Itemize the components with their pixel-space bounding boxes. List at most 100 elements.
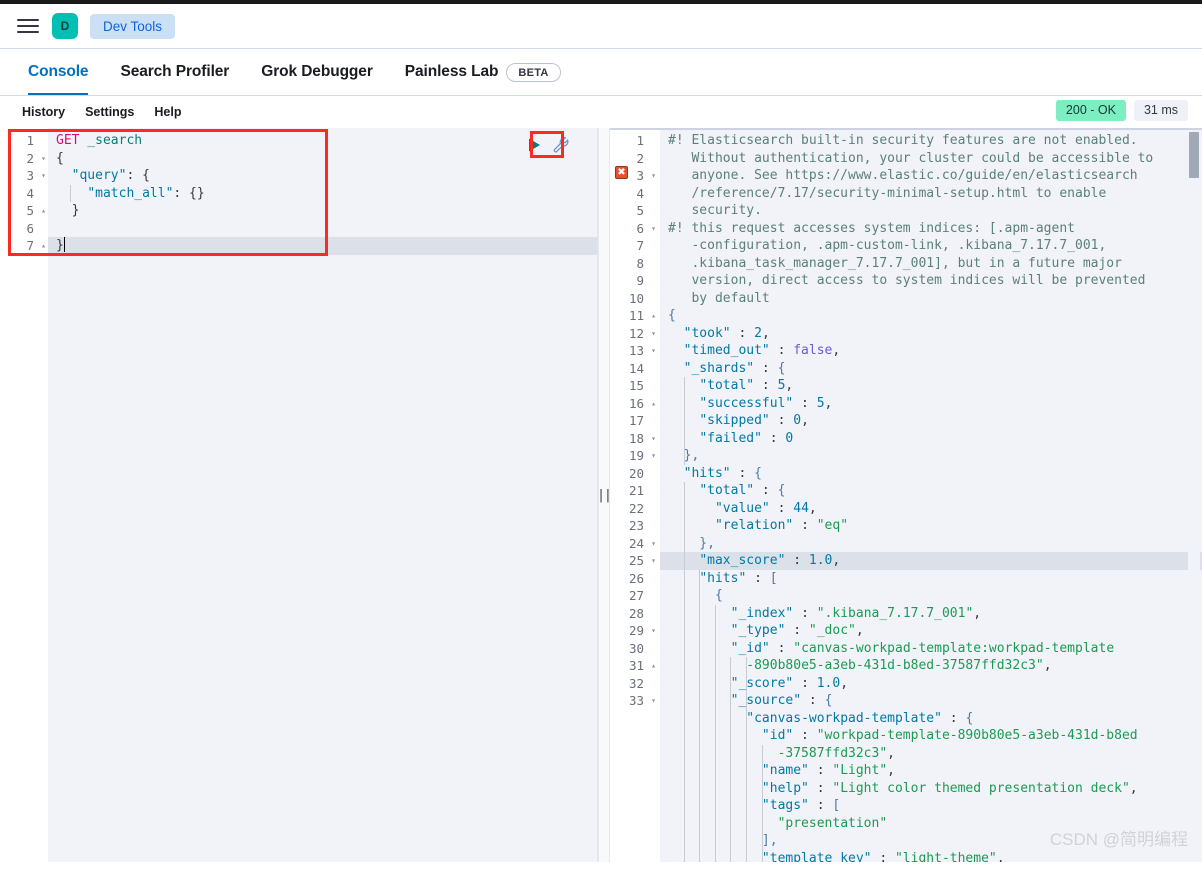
fold-toggle-icon[interactable]: ▾: [41, 150, 46, 168]
response-line-number: 31 ▴: [628, 657, 656, 675]
response-code-line[interactable]: },: [660, 534, 1202, 552]
toolbar-history[interactable]: History: [12, 105, 75, 119]
request-editor-pane[interactable]: 1 2 ▾ 3 ▾ 4 5 ▴ 6 7 ▴ GET _search{ "query": { "mat…: [0, 128, 598, 862]
response-scrollbar[interactable]: [1188, 128, 1200, 862]
toolbar-help[interactable]: Help: [144, 105, 191, 119]
response-code-line[interactable]: security.: [660, 202, 1202, 220]
response-code-line[interactable]: -configuration, .apm-custom-link, .kiban…: [660, 237, 1202, 255]
response-code-line[interactable]: by default: [660, 290, 1202, 308]
avatar[interactable]: D: [52, 13, 78, 39]
tab-painless-lab[interactable]: Painless Lab: [389, 49, 515, 95]
response-code-line[interactable]: -37587ffd32c3",: [660, 744, 1202, 762]
response-code-area[interactable]: #! Elasticsearch built-in security featu…: [660, 128, 1202, 862]
response-code-line[interactable]: "timed_out" : false,: [660, 342, 1202, 360]
response-code-line[interactable]: "help" : "Light color themed presentatio…: [660, 779, 1202, 797]
response-code-line[interactable]: "hits" : {: [660, 465, 1202, 483]
response-token: ,: [801, 413, 809, 428]
fold-toggle-icon[interactable]: ▾: [651, 325, 656, 343]
pane-splitter[interactable]: ||: [597, 128, 612, 862]
response-code-line[interactable]: "canvas-workpad-template" : {: [660, 709, 1202, 727]
response-code-line[interactable]: "took" : 2,: [660, 325, 1202, 343]
response-code-line[interactable]: "skipped" : 0,: [660, 412, 1202, 430]
response-code-line[interactable]: anyone. See https://www.elastic.co/guide…: [660, 167, 1202, 185]
play-triangle-icon[interactable]: [523, 134, 545, 156]
tab-grok-debugger[interactable]: Grok Debugger: [245, 49, 389, 95]
request-code-line[interactable]: }: [48, 237, 597, 255]
response-code-line[interactable]: },: [660, 447, 1202, 465]
response-code-line[interactable]: "template_key" : "light-theme",: [660, 849, 1202, 863]
hamburger-menu-icon[interactable]: [16, 15, 40, 37]
request-code-line[interactable]: GET _search: [48, 132, 597, 150]
response-token: :: [793, 728, 817, 743]
request-code-line[interactable]: }: [48, 202, 597, 220]
response-pane[interactable]: ✖ 1 2 3 ▾ 4 5 6 ▾ 7 8 9 10 11 ▴ 12 ▾ 13 ▾ 14 15 16 ▴ 17 18 ▾ 19 ▾ 2…: [610, 128, 1202, 862]
fold-toggle-icon[interactable]: ▴: [41, 202, 46, 220]
toolbar-settings[interactable]: Settings: [75, 105, 144, 119]
response-code-line[interactable]: "total" : 5,: [660, 377, 1202, 395]
tab-search-profiler[interactable]: Search Profiler: [104, 49, 245, 95]
tab-console[interactable]: Console: [12, 49, 104, 95]
response-code-line[interactable]: {: [660, 307, 1202, 325]
response-token: security.: [668, 203, 762, 218]
response-code-line[interactable]: "_type" : "_doc",: [660, 622, 1202, 640]
response-code-line[interactable]: #! this request accesses system indices:…: [660, 220, 1202, 238]
request-code-line[interactable]: {: [48, 150, 597, 168]
fold-toggle-icon[interactable]: ▴: [651, 307, 656, 325]
response-code-line[interactable]: "presentation": [660, 814, 1202, 832]
request-code-line[interactable]: [48, 220, 597, 238]
request-code-line[interactable]: "query": {: [48, 167, 597, 185]
fold-toggle-icon[interactable]: ▴: [41, 237, 46, 255]
indent-guide: [730, 744, 732, 762]
fold-toggle-icon[interactable]: ▾: [41, 167, 46, 185]
fold-toggle-icon[interactable]: ▾: [651, 447, 656, 465]
response-scrollbar-thumb[interactable]: [1189, 132, 1199, 178]
breadcrumb-dev-tools[interactable]: Dev Tools: [90, 13, 176, 39]
response-code-line[interactable]: "_id" : "canvas-workpad-template:workpad…: [660, 639, 1202, 657]
response-code-line[interactable]: /reference/7.17/security-minimal-setup.h…: [660, 185, 1202, 203]
response-code-line[interactable]: {: [660, 587, 1202, 605]
response-code-line[interactable]: "id" : "workpad-template-890b80e5-a3eb-4…: [660, 727, 1202, 745]
response-token: :: [754, 483, 778, 498]
request-code-line[interactable]: "match_all": {}: [48, 184, 597, 202]
response-code-line[interactable]: "hits" : [: [660, 569, 1202, 587]
response-code-line[interactable]: "tags" : [: [660, 797, 1202, 815]
response-token: "_source": [730, 693, 802, 708]
response-token: :: [730, 465, 755, 481]
response-token: :: [871, 850, 895, 863]
request-editor[interactable]: 1 2 ▾ 3 ▾ 4 5 ▴ 6 7 ▴ GET _search{ "query": { "mat…: [0, 128, 597, 862]
response-token: ,: [887, 763, 895, 778]
response-token: "eq": [816, 518, 849, 533]
fold-toggle-icon[interactable]: ▾: [651, 692, 656, 710]
fold-toggle-icon[interactable]: ▾: [651, 622, 656, 640]
response-code-line[interactable]: #! Elasticsearch built-in security featu…: [660, 132, 1202, 150]
response-code-line[interactable]: Without authentication, your cluster cou…: [660, 150, 1202, 168]
response-code-line[interactable]: "relation" : "eq": [660, 517, 1202, 535]
response-code-line[interactable]: version, direct access to system indices…: [660, 272, 1202, 290]
fold-toggle-icon[interactable]: ▾: [651, 430, 656, 448]
response-code-line[interactable]: "value" : 44,: [660, 499, 1202, 517]
request-code-area[interactable]: GET _search{ "query": { "match_all": {} …: [48, 128, 597, 862]
response-code-line[interactable]: "name" : "Light",: [660, 762, 1202, 780]
response-code-line[interactable]: "_score" : 1.0,: [660, 674, 1202, 692]
response-code-line[interactable]: ],: [660, 832, 1202, 850]
fold-toggle-icon[interactable]: ▴: [651, 657, 656, 675]
fold-toggle-icon[interactable]: ▾: [651, 220, 656, 238]
response-code-line[interactable]: "failed" : 0: [660, 429, 1202, 447]
fold-toggle-icon[interactable]: ▾: [651, 167, 656, 185]
json-punct-token: [56, 168, 72, 183]
response-code-line[interactable]: "max_score" : 1.0,: [660, 552, 1202, 570]
fold-toggle-icon[interactable]: ▾: [651, 535, 656, 553]
response-line-number: 21: [628, 483, 644, 498]
response-code-line[interactable]: "successful" : 5,: [660, 394, 1202, 412]
response-code-line[interactable]: -890b80e5-a3eb-431d-b8ed-37587ffd32c3",: [660, 657, 1202, 675]
response-code-line[interactable]: "total" : {: [660, 482, 1202, 500]
response-code-line[interactable]: "_shards" : {: [660, 360, 1202, 378]
response-code-line[interactable]: .kibana_task_manager_7.17.7_001], but in…: [660, 255, 1202, 273]
wrench-icon[interactable]: [551, 135, 571, 155]
indent-guide: [699, 797, 701, 815]
response-code-line[interactable]: "_source" : {: [660, 692, 1202, 710]
response-code-line[interactable]: "_index" : ".kibana_7.17.7_001",: [660, 604, 1202, 622]
fold-toggle-icon[interactable]: ▾: [651, 552, 656, 570]
fold-toggle-icon[interactable]: ▾: [651, 342, 656, 360]
fold-toggle-icon[interactable]: ▴: [651, 395, 656, 413]
